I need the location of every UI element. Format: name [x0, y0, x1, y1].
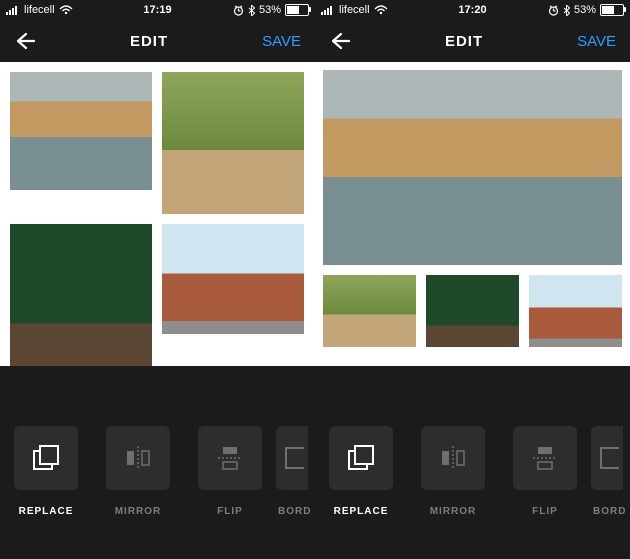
page-title: EDIT	[445, 33, 483, 50]
photo-slot-hero[interactable]	[323, 70, 622, 265]
tool-label: REPLACE	[334, 506, 389, 517]
tool-label: REPLACE	[19, 506, 74, 517]
border-icon	[595, 442, 619, 474]
back-button[interactable]	[329, 32, 351, 50]
tool-border[interactable]: BORD	[591, 426, 630, 517]
editor-header: EDIT SAVE	[0, 20, 315, 62]
tool-label: FLIP	[217, 506, 243, 517]
status-time: 17:20	[315, 4, 630, 16]
page-title: EDIT	[130, 33, 168, 50]
status-bar: lifecell 17:20 53%	[315, 0, 630, 20]
photo-slot[interactable]	[10, 72, 152, 190]
tool-mirror[interactable]: MIRROR	[92, 426, 184, 517]
border-icon	[280, 442, 304, 474]
photo-slot[interactable]	[426, 275, 519, 347]
status-time: 17:19	[0, 4, 315, 16]
photo-slot[interactable]	[529, 275, 622, 347]
editor-header: EDIT SAVE	[315, 20, 630, 62]
back-button[interactable]	[14, 32, 36, 50]
photo-slot[interactable]	[162, 224, 304, 334]
phone-left: lifecell 17:19 53% EDIT	[0, 0, 315, 559]
photo-slot[interactable]	[162, 72, 304, 214]
save-button[interactable]: SAVE	[577, 33, 616, 50]
tool-label: FLIP	[532, 506, 558, 517]
layout-canvas[interactable]	[0, 62, 315, 366]
tool-flip[interactable]: FLIP	[499, 426, 591, 517]
tool-strip[interactable]: REPLACE MIRROR FLIP BORD	[315, 366, 630, 559]
tool-border[interactable]: BORD	[276, 426, 315, 517]
replace-icon	[30, 442, 62, 474]
photo-slot[interactable]	[323, 275, 416, 347]
tool-label: BORD	[591, 506, 626, 517]
mirror-icon	[122, 442, 154, 474]
tool-flip[interactable]: FLIP	[184, 426, 276, 517]
phone-right: lifecell 17:20 53% EDIT	[315, 0, 630, 559]
layout-canvas[interactable]	[315, 62, 630, 366]
save-button[interactable]: SAVE	[262, 33, 301, 50]
status-bar: lifecell 17:19 53%	[0, 0, 315, 20]
tool-replace[interactable]: REPLACE	[315, 426, 407, 517]
battery-icon	[285, 4, 309, 16]
photo-slot[interactable]	[10, 224, 152, 366]
battery-icon	[600, 4, 624, 16]
tool-strip[interactable]: REPLACE MIRROR FLIP BORD	[0, 366, 315, 559]
tool-label: MIRROR	[115, 506, 162, 517]
tool-replace[interactable]: REPLACE	[0, 426, 92, 517]
flip-icon	[529, 442, 561, 474]
tool-label: BORD	[276, 506, 311, 517]
flip-icon	[214, 442, 246, 474]
tool-label: MIRROR	[430, 506, 477, 517]
mirror-icon	[437, 442, 469, 474]
replace-icon	[345, 442, 377, 474]
tool-mirror[interactable]: MIRROR	[407, 426, 499, 517]
